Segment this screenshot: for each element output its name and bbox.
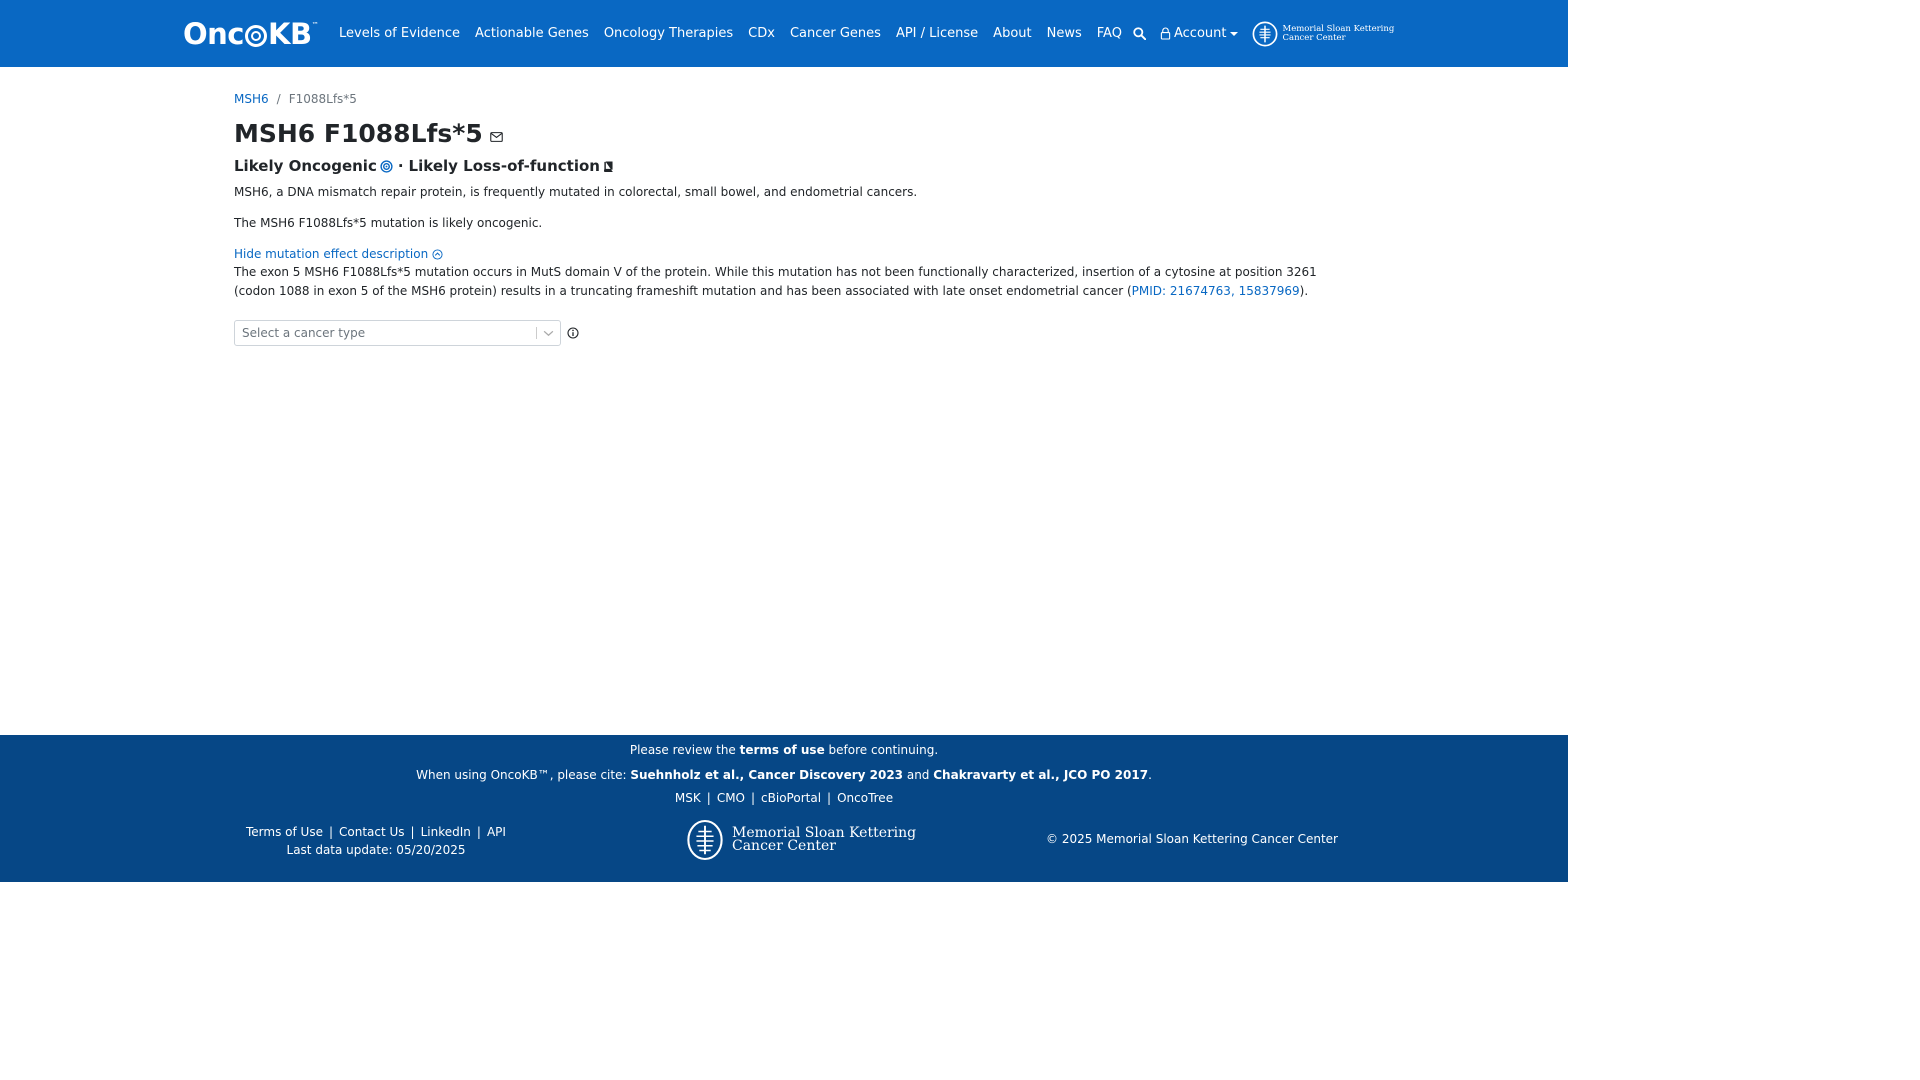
- select-indicator: [536, 321, 560, 345]
- oncogenic-target-icon: [380, 159, 393, 173]
- lock-icon: [1160, 27, 1171, 40]
- nav-oncology-therapies[interactable]: Oncology Therapies: [604, 26, 733, 41]
- partner-links: MSK | CMO | cBioPortal | OncoTree: [0, 791, 1568, 805]
- footer-link-oncotree[interactable]: OncoTree: [837, 791, 893, 805]
- pipe-divider: |: [706, 791, 711, 805]
- cancer-type-select[interactable]: Select a cancer type: [234, 320, 561, 346]
- footer-link-linkedin[interactable]: LinkedIn: [421, 823, 471, 841]
- logo-trademark: ™: [311, 21, 319, 29]
- nav-levels-of-evidence[interactable]: Levels of Evidence: [339, 26, 460, 41]
- footer-msk-logo[interactable]: Memorial Sloan Kettering Cancer Center: [686, 819, 916, 861]
- footer-msk-line2: Cancer Center: [732, 838, 836, 854]
- footer: Please review the terms of use before co…: [0, 735, 1568, 882]
- footer-link-msk[interactable]: MSK: [675, 791, 701, 805]
- main-content: MSH6 / F1088Lfs*5 MSH6 F1088Lfs*5 Likely…: [234, 88, 1334, 346]
- account-dropdown[interactable]: Account: [1160, 26, 1238, 41]
- select-divider: [536, 327, 537, 339]
- pmid-link[interactable]: PMID: 21674763, 15837969: [1132, 284, 1300, 298]
- chevron-up-circle-icon: [432, 248, 443, 260]
- top-navbar: Onc KB ™ Levels of Evidence Actionable Gen…: [0, 0, 1568, 67]
- terms-notice: Please review the terms of use before co…: [0, 743, 1568, 757]
- pipe-divider: |: [410, 825, 415, 839]
- chevron-down-icon: [543, 330, 554, 336]
- footer-link-cbioportal[interactable]: cBioPortal: [761, 791, 821, 805]
- msk-line2: Cancer Center: [1282, 32, 1346, 43]
- gene-summary: MSH6, a DNA mismatch repair protein, is …: [234, 185, 918, 199]
- pipe-divider: |: [328, 825, 333, 839]
- summary-separator: ·: [397, 157, 404, 175]
- mutation-effect-label: Likely Loss-of-function: [408, 157, 600, 175]
- cancer-type-placeholder: Select a cancer type: [242, 326, 366, 340]
- terms-notice-post: before continuing.: [824, 743, 939, 757]
- logo-text-start: Onc: [183, 17, 245, 51]
- footer-link-cmo[interactable]: CMO: [717, 791, 745, 805]
- msk-emblem-icon: [687, 819, 723, 861]
- page-title: MSH6 F1088Lfs*5: [234, 118, 483, 148]
- nav-api-license[interactable]: API / License: [896, 26, 978, 41]
- msk-logo-text: Memorial Sloan Kettering Cancer Center: [1282, 24, 1395, 43]
- main-nav: Levels of Evidence Actionable Genes Onco…: [339, 0, 1137, 67]
- breadcrumb-current: F1088Lfs*5: [288, 92, 357, 106]
- terms-notice-pre: Please review the: [629, 743, 740, 757]
- footer-link-api[interactable]: API: [487, 823, 506, 841]
- book-icon[interactable]: [603, 161, 614, 172]
- search-icon[interactable]: [1133, 27, 1146, 40]
- page-title-row: MSH6 F1088Lfs*5: [234, 116, 1334, 150]
- citation-notice: When using OncoKB™, please cite: Suehnho…: [0, 768, 1568, 782]
- pipe-divider: |: [476, 825, 481, 839]
- nav-cdx[interactable]: CDx: [748, 26, 775, 41]
- nav-faq[interactable]: FAQ: [1097, 26, 1122, 41]
- annotation-summary: Likely Oncogenic · Likely Loss-of-functi…: [234, 155, 1334, 177]
- logo-text-end: KB: [268, 17, 312, 51]
- toggle-label: Hide mutation effect description: [234, 247, 429, 261]
- variant-summary: The MSH6 F1088Lfs*5 mutation is likely o…: [234, 216, 543, 230]
- citation-suehnholz-link[interactable]: Suehnholz et al., Cancer Discovery 2023: [630, 768, 903, 782]
- breadcrumb: MSH6 / F1088Lfs*5: [234, 88, 1334, 110]
- nav-actionable-genes[interactable]: Actionable Genes: [475, 26, 589, 41]
- oncokb-logo[interactable]: Onc KB ™: [183, 17, 319, 51]
- logo-target-icon: [245, 25, 267, 47]
- info-icon[interactable]: [567, 327, 579, 339]
- hide-description-toggle[interactable]: Hide mutation effect description: [234, 245, 1334, 263]
- citation-and: and: [903, 768, 934, 782]
- footer-bottom-links: Terms of Use | Contact Us | LinkedIn | API …: [246, 823, 506, 859]
- nav-about[interactable]: About: [993, 26, 1031, 41]
- citation-chakravarty-link[interactable]: Chakravarty et al., JCO PO 2017: [933, 768, 1148, 782]
- description-end: ).: [1299, 284, 1309, 298]
- pipe-divider: |: [751, 791, 756, 805]
- oncogenicity-label: Likely Oncogenic: [234, 157, 377, 175]
- citation-end: .: [1148, 768, 1152, 782]
- nav-news[interactable]: News: [1047, 26, 1082, 41]
- footer-msk-text: Memorial Sloan Kettering Cancer Center: [732, 826, 916, 854]
- copyright: © 2025 Memorial Sloan Kettering Cancer C…: [1046, 832, 1338, 846]
- msk-logo[interactable]: Memorial Sloan Kettering Cancer Center: [1252, 20, 1395, 48]
- nav-cancer-genes[interactable]: Cancer Genes: [790, 26, 881, 41]
- chevron-down-icon: [1229, 31, 1238, 36]
- last-data-update: Last data update: 05/20/2025: [286, 843, 466, 857]
- cancer-type-select-row: Select a cancer type: [234, 320, 1334, 346]
- footer-link-contact[interactable]: Contact Us: [339, 823, 405, 841]
- mail-icon[interactable]: [489, 132, 503, 142]
- account-label: Account: [1174, 26, 1227, 41]
- nav-right-group: Account Memorial Sloan Kettering Cancer …: [1133, 0, 1394, 67]
- pipe-divider: |: [827, 791, 832, 805]
- footer-link-terms[interactable]: Terms of Use: [246, 823, 323, 841]
- breadcrumb-separator: /: [276, 92, 281, 106]
- breadcrumb-gene-link[interactable]: MSH6: [234, 92, 269, 106]
- msk-emblem-icon: [1252, 21, 1277, 46]
- citation-pre: When using OncoKB™, please cite:: [416, 768, 631, 782]
- mutation-effect-description: The exon 5 MSH6 F1088Lfs*5 mutation occu…: [234, 263, 1334, 301]
- terms-of-use-link[interactable]: terms of use: [740, 743, 825, 757]
